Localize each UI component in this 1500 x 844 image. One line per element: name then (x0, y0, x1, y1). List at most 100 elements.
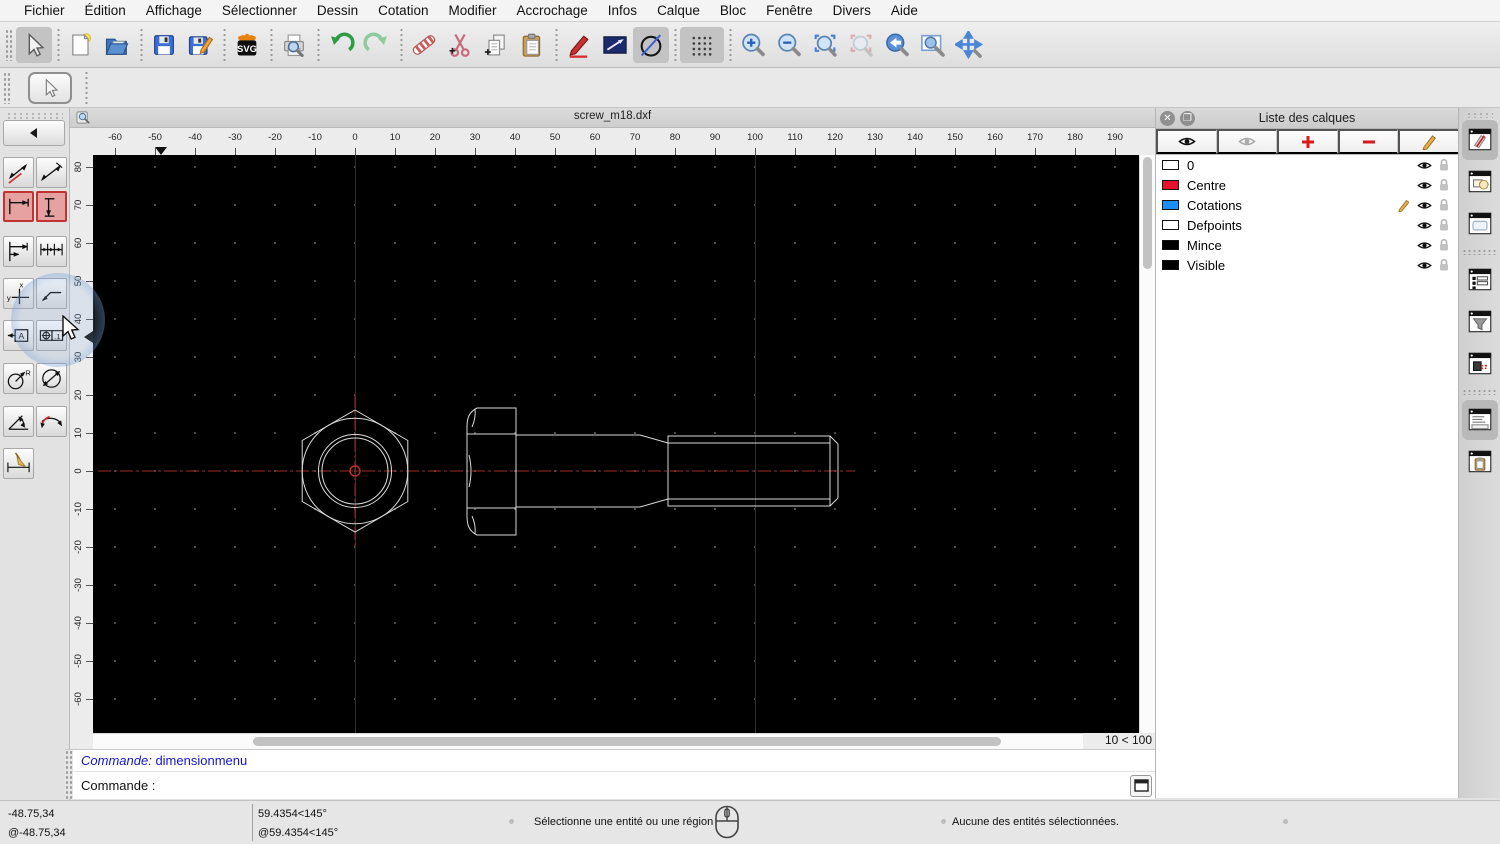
horizontal-scrollbar-thumb[interactable] (253, 737, 1001, 746)
dim-aligned-button[interactable] (3, 157, 34, 188)
layer-lock-icon[interactable] (1438, 238, 1450, 252)
dim-ordinate-button[interactable]: xy (3, 278, 34, 309)
entity-info-panel-button[interactable] (1462, 260, 1498, 300)
layer-color-swatch[interactable] (1162, 180, 1179, 190)
toolbar-drag-handle[interactable] (5, 28, 13, 61)
layer-visible-icon[interactable] (1417, 180, 1432, 191)
layer-row-0[interactable]: 0 (1156, 155, 1458, 175)
clipboard-panel-button[interactable] (1462, 442, 1498, 482)
open-file-button[interactable] (99, 27, 135, 63)
layer-list-panel-button[interactable] (1462, 120, 1498, 160)
menu-item-7[interactable]: Accrochage (506, 3, 597, 18)
dim-diametric-button[interactable] (36, 363, 67, 394)
save-as-button[interactable] (182, 27, 218, 63)
command-input[interactable] (161, 775, 1124, 796)
menu-item-11[interactable]: Fenêtre (756, 3, 823, 18)
command-dock-handle[interactable] (65, 750, 73, 799)
layer-visible-icon[interactable] (1417, 200, 1432, 211)
dim-vertical-button[interactable] (36, 191, 67, 222)
hide-all-layers-button[interactable] (1216, 129, 1278, 154)
cut-button[interactable] (442, 27, 478, 63)
layer-color-swatch[interactable] (1162, 260, 1179, 270)
layer-color-swatch[interactable] (1162, 160, 1179, 170)
layer-visible-icon[interactable] (1417, 220, 1432, 231)
horizontal-scrollbar[interactable] (93, 733, 1083, 749)
layer-row-Cotations[interactable]: Cotations (1156, 195, 1458, 215)
menu-item-13[interactable]: Aide (881, 3, 928, 18)
redo-button[interactable] (359, 27, 395, 63)
zoom-pan-button[interactable] (951, 27, 987, 63)
dim-label-button[interactable]: A (3, 320, 34, 351)
menu-item-10[interactable]: Bloc (710, 3, 756, 18)
menu-item-8[interactable]: Infos (598, 3, 647, 18)
optionsbar-drag-handle[interactable] (3, 71, 11, 104)
zoom-in-button[interactable] (735, 27, 771, 63)
layer-visible-icon[interactable] (1417, 240, 1432, 251)
circle-attributes-button[interactable] (633, 26, 669, 63)
layer-row-Visible[interactable]: Visible (1156, 255, 1458, 275)
svg-export-button[interactable]: SVG (229, 27, 265, 63)
zoom-out-button[interactable] (771, 27, 807, 63)
zoom-auto-button[interactable] (807, 27, 843, 63)
command-widget-panel-button[interactable] (1462, 400, 1498, 440)
dim-radial-button[interactable]: R (3, 363, 34, 394)
layer-lock-icon[interactable] (1438, 258, 1450, 272)
layer-row-Mince[interactable]: Mince (1156, 235, 1458, 255)
block-list-panel-button[interactable] (1462, 162, 1498, 202)
menu-item-6[interactable]: Modifier (438, 3, 506, 18)
dim-leader-button[interactable] (36, 278, 67, 309)
vertical-scrollbar-thumb[interactable] (1143, 157, 1152, 269)
layer-color-swatch[interactable] (1162, 240, 1179, 250)
paste-button[interactable] (514, 27, 550, 63)
layer-color-swatch[interactable] (1162, 200, 1179, 210)
edit-layer-button[interactable] (1398, 129, 1458, 154)
drawing-window-titlebar[interactable]: screw_m18.dxf (70, 108, 1155, 128)
menu-item-4[interactable]: Dessin (307, 3, 368, 18)
dim-horizontal-button[interactable] (3, 191, 34, 222)
zoom-window-button[interactable] (915, 27, 951, 63)
remove-layer-button[interactable] (1337, 129, 1399, 154)
layer-lock-icon[interactable] (1438, 158, 1450, 172)
copy-button[interactable] (478, 27, 514, 63)
vertical-scrollbar[interactable] (1139, 155, 1155, 733)
layer-visible-icon[interactable] (1417, 260, 1432, 271)
selection-pointer-button[interactable] (28, 71, 72, 104)
drawing-canvas[interactable] (93, 155, 1139, 733)
zoom-previous-button[interactable] (843, 27, 879, 63)
menu-item-5[interactable]: Cotation (368, 3, 438, 18)
zoom-back-button[interactable] (879, 27, 915, 63)
line-attributes-button[interactable] (597, 27, 633, 63)
layer-color-swatch[interactable] (1162, 220, 1179, 230)
layer-lock-icon[interactable] (1438, 178, 1450, 192)
dim-regenerate-button[interactable] (3, 448, 34, 479)
new-document-button[interactable] (63, 27, 99, 63)
pen-palette-panel-button[interactable] (1462, 344, 1498, 384)
dim-arc-button[interactable] (36, 406, 67, 437)
menu-item-2[interactable]: Affichage (136, 3, 212, 18)
layer-row-Defpoints[interactable]: Defpoints (1156, 215, 1458, 235)
undo-button[interactable] (323, 27, 359, 63)
show-all-layers-button[interactable] (1156, 129, 1217, 154)
add-layer-button[interactable] (1277, 129, 1338, 154)
eraser-button[interactable] (406, 27, 442, 63)
pen-attributes-button[interactable] (561, 27, 597, 63)
filter-panel-button[interactable] (1462, 302, 1498, 342)
menu-item-0[interactable]: Fichier (14, 3, 75, 18)
grid-toggle-button[interactable] (680, 26, 724, 63)
library-browser-panel-button[interactable] (1462, 204, 1498, 244)
print-preview-button[interactable] (276, 27, 312, 63)
menu-item-1[interactable]: Édition (75, 3, 136, 18)
dim-linear-button[interactable] (36, 157, 67, 188)
toolbar-back-button[interactable] (3, 120, 65, 146)
menu-item-3[interactable]: Sélectionner (212, 3, 307, 18)
menu-item-12[interactable]: Divers (823, 3, 881, 18)
dim-baseline-button[interactable] (3, 236, 34, 267)
layer-lock-icon[interactable] (1438, 198, 1450, 212)
layer-row-Centre[interactable]: Centre (1156, 175, 1458, 195)
menu-item-9[interactable]: Calque (647, 3, 710, 18)
command-detach-button[interactable] (1130, 774, 1152, 797)
select-arrow-button[interactable] (16, 26, 52, 63)
dim-angular-button[interactable] (3, 406, 34, 437)
layer-visible-icon[interactable] (1417, 160, 1432, 171)
dim-continue-button[interactable] (36, 236, 67, 267)
